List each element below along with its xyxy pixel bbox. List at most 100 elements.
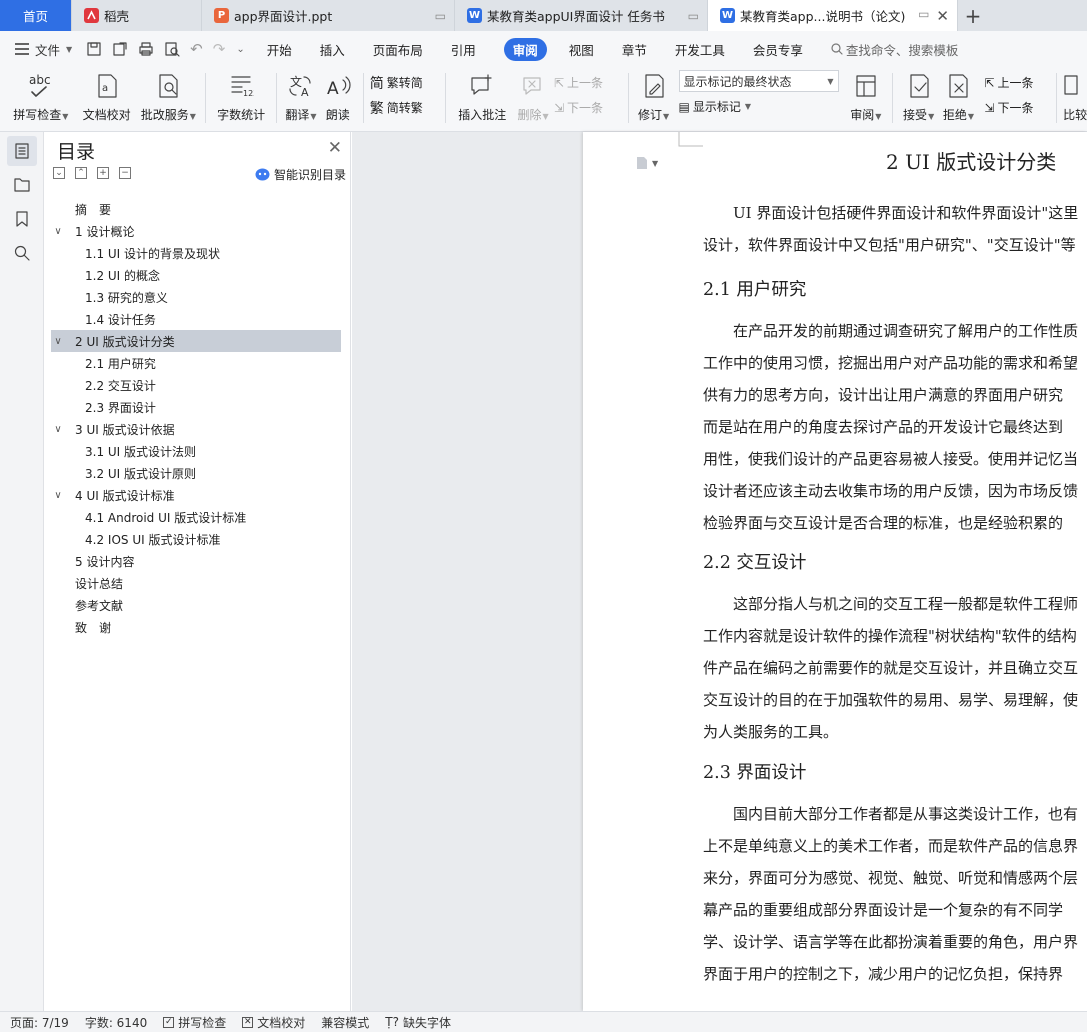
toc-item[interactable]: 3.2 UI 版式设计原则 — [51, 462, 341, 484]
chevron-down-icon[interactable]: ∨ — [51, 336, 65, 347]
smart-toc-button[interactable]: 智能识别目录 — [255, 166, 346, 183]
chevron-down-icon[interactable]: ∨ — [51, 490, 65, 501]
toc-item-label: 2.2 交互设计 — [85, 378, 156, 393]
paragraph-line: 设计者还应该主动去收集市场的用户反馈，因为市场反馈 — [703, 482, 1079, 500]
file-menu[interactable]: 文件 ▼ — [14, 40, 72, 59]
show-markup-label: 显示标记 — [692, 100, 741, 114]
menu-page-layout[interactable]: 页面布局 — [373, 40, 423, 59]
doc-proof-icon: a — [94, 71, 120, 101]
bookmark-rail-button[interactable] — [7, 204, 37, 234]
next-change-button[interactable]: ⇲ 下一条 — [984, 95, 1050, 120]
chevron-down-icon: ▼ — [652, 158, 659, 168]
tab-ppt[interactable]: P app界面设计.ppt ▭ — [202, 0, 455, 31]
document-page[interactable]: ▼ 2 UI 版式设计分类 UI 界面设计包括硬件界面设计和软件界面设计"这里 … — [583, 132, 1087, 1011]
chevron-down-icon[interactable]: ∨ — [51, 424, 65, 435]
toc-item[interactable]: ∨ 1 设计概论 — [51, 220, 341, 242]
find-rail-button[interactable] — [7, 238, 37, 268]
show-markup-button[interactable]: ▤ 显示标记 ▼ — [679, 94, 846, 119]
spell-check-button[interactable]: abc 拼写检查▼ — [6, 67, 76, 127]
tab-task-doc[interactable]: W 某教育类appUI界面设计 任务书 ▭ — [455, 0, 708, 31]
toc-item[interactable]: 致 谢 — [51, 616, 341, 638]
menu-section[interactable]: 章节 — [622, 40, 647, 59]
print-preview-icon[interactable] — [164, 41, 180, 57]
track-changes-button[interactable]: 修订▼ — [635, 67, 673, 127]
translate-button[interactable]: 文A 翻译▼ — [283, 67, 319, 127]
close-tab-icon[interactable]: ✕ — [936, 7, 949, 25]
toc-item[interactable]: 参考文献 — [51, 594, 341, 616]
toc-item[interactable]: ∨ 3 UI 版式设计依据 — [51, 418, 341, 440]
toc-item[interactable]: 1.1 UI 设计的背景及现状 — [51, 242, 341, 264]
menu-references[interactable]: 引用 — [451, 40, 476, 59]
toc-item[interactable]: 3.1 UI 版式设计法则 — [51, 440, 341, 462]
toc-item[interactable]: 1.4 设计任务 — [51, 308, 341, 330]
markup-mode-select[interactable]: 显示标记的最终状态 ▼ — [678, 70, 839, 92]
toc-item[interactable]: 摘 要 — [51, 198, 341, 220]
reject-button[interactable]: 拒绝▼ — [939, 67, 979, 127]
prev-change-button[interactable]: ⇱ 上一条 — [984, 70, 1050, 95]
toc-item[interactable]: 1.3 研究的意义 — [51, 286, 341, 308]
add-heading-icon[interactable]: + — [97, 167, 109, 179]
toc-item[interactable]: 2.2 交互设计 — [51, 374, 341, 396]
trad-to-simp-button[interactable]: 简繁转简 — [370, 70, 440, 95]
toc-item[interactable]: 4.2 IOS UI 版式设计标准 — [51, 528, 341, 550]
compare-button[interactable]: 比较 — [1063, 67, 1087, 127]
export-pdf-icon[interactable] — [112, 41, 128, 57]
proof-box-icon: ✕ — [242, 1016, 254, 1028]
word-count-indicator[interactable]: 字数: 6140 — [85, 1014, 147, 1031]
toc-item[interactable]: 设计总结 — [51, 572, 341, 594]
toc-item[interactable]: 4.1 Android UI 版式设计标准 — [51, 506, 341, 528]
menu-start[interactable]: 开始 — [267, 40, 292, 59]
toc-item[interactable]: 5 设计内容 — [51, 550, 341, 572]
tab-thesis-doc[interactable]: W 某教育类app...说明书（论文) ▭ ✕ — [708, 0, 958, 31]
tab-home[interactable]: 首页 — [0, 0, 72, 31]
tab-docer[interactable]: 稻壳 — [72, 0, 202, 31]
toc-item-label: 参考文献 — [75, 598, 124, 613]
status-spell-check[interactable]: ✓ 拼写检查 — [163, 1014, 226, 1031]
doc-proof-button[interactable]: a 文档校对 — [76, 67, 138, 127]
remove-heading-icon[interactable]: − — [119, 167, 131, 179]
missing-font-button[interactable]: Ṭ? 缺失字体 — [385, 1014, 451, 1031]
toc-item[interactable]: ∨ 4 UI 版式设计标准 — [51, 484, 341, 506]
insert-comment-button[interactable]: 插入批注 — [452, 67, 512, 127]
toc-item[interactable]: ∨ 2 UI 版式设计分类 — [51, 330, 341, 352]
quick-access-more-icon[interactable]: ⌄ — [236, 44, 244, 55]
status-doc-proof[interactable]: ✕ 文档校对 — [242, 1014, 305, 1031]
ribbon-divider — [891, 73, 893, 123]
toc-item-label: 4.1 Android UI 版式设计标准 — [85, 510, 247, 525]
toc-toolbar: ⌄ ⌃ + − — [53, 167, 131, 179]
menu-insert[interactable]: 插入 — [320, 40, 345, 59]
menu-review[interactable]: 审阅 — [503, 37, 547, 61]
spell-check-icon: abc — [26, 71, 56, 101]
toc-item[interactable]: 2.3 界面设计 — [51, 396, 341, 418]
accept-button[interactable]: 接受▼ — [899, 67, 939, 127]
simp-to-trad-button[interactable]: 繁简转繁 — [370, 95, 440, 120]
chapter-rail-button[interactable] — [7, 170, 37, 200]
print-icon[interactable] — [138, 41, 154, 57]
menu-developer[interactable]: 开发工具 — [675, 40, 725, 59]
toc-item[interactable]: 2.1 用户研究 — [51, 352, 341, 374]
hamburger-icon — [14, 43, 30, 55]
chevron-down-icon[interactable]: ∨ — [51, 226, 65, 237]
collapse-all-icon[interactable]: ⌄ — [53, 167, 65, 179]
paragraph-menu-button[interactable]: ▼ — [636, 156, 658, 170]
read-aloud-button[interactable]: A 朗读 — [319, 67, 357, 127]
close-icon[interactable]: ✕ — [328, 138, 342, 158]
review-service-label: 批改服务 — [140, 108, 189, 122]
svg-text:A: A — [327, 79, 339, 99]
compat-mode-indicator: 兼容模式 — [321, 1015, 370, 1030]
review-service-button[interactable]: 批改服务▼ — [137, 67, 199, 127]
new-tab-button[interactable]: + — [958, 0, 988, 31]
menu-view[interactable]: 视图 — [569, 40, 594, 59]
command-search[interactable]: 查找命令、搜索模板 — [831, 40, 958, 59]
save-icon[interactable] — [86, 41, 102, 57]
toc-rail-button[interactable] — [7, 136, 37, 166]
paragraph-icon — [636, 156, 648, 170]
ribbon-divider — [1056, 73, 1058, 123]
word-count-button[interactable]: 123 字数统计 — [212, 67, 270, 127]
toc-item[interactable]: 1.2 UI 的概念 — [51, 264, 341, 286]
undo-icon[interactable]: ↶ — [190, 40, 203, 58]
menu-member[interactable]: 会员专享 — [753, 40, 803, 59]
page-indicator[interactable]: 页面: 7/19 — [10, 1014, 69, 1031]
review-pane-button[interactable]: 审阅▼ — [846, 67, 886, 127]
expand-up-icon[interactable]: ⌃ — [75, 167, 87, 179]
